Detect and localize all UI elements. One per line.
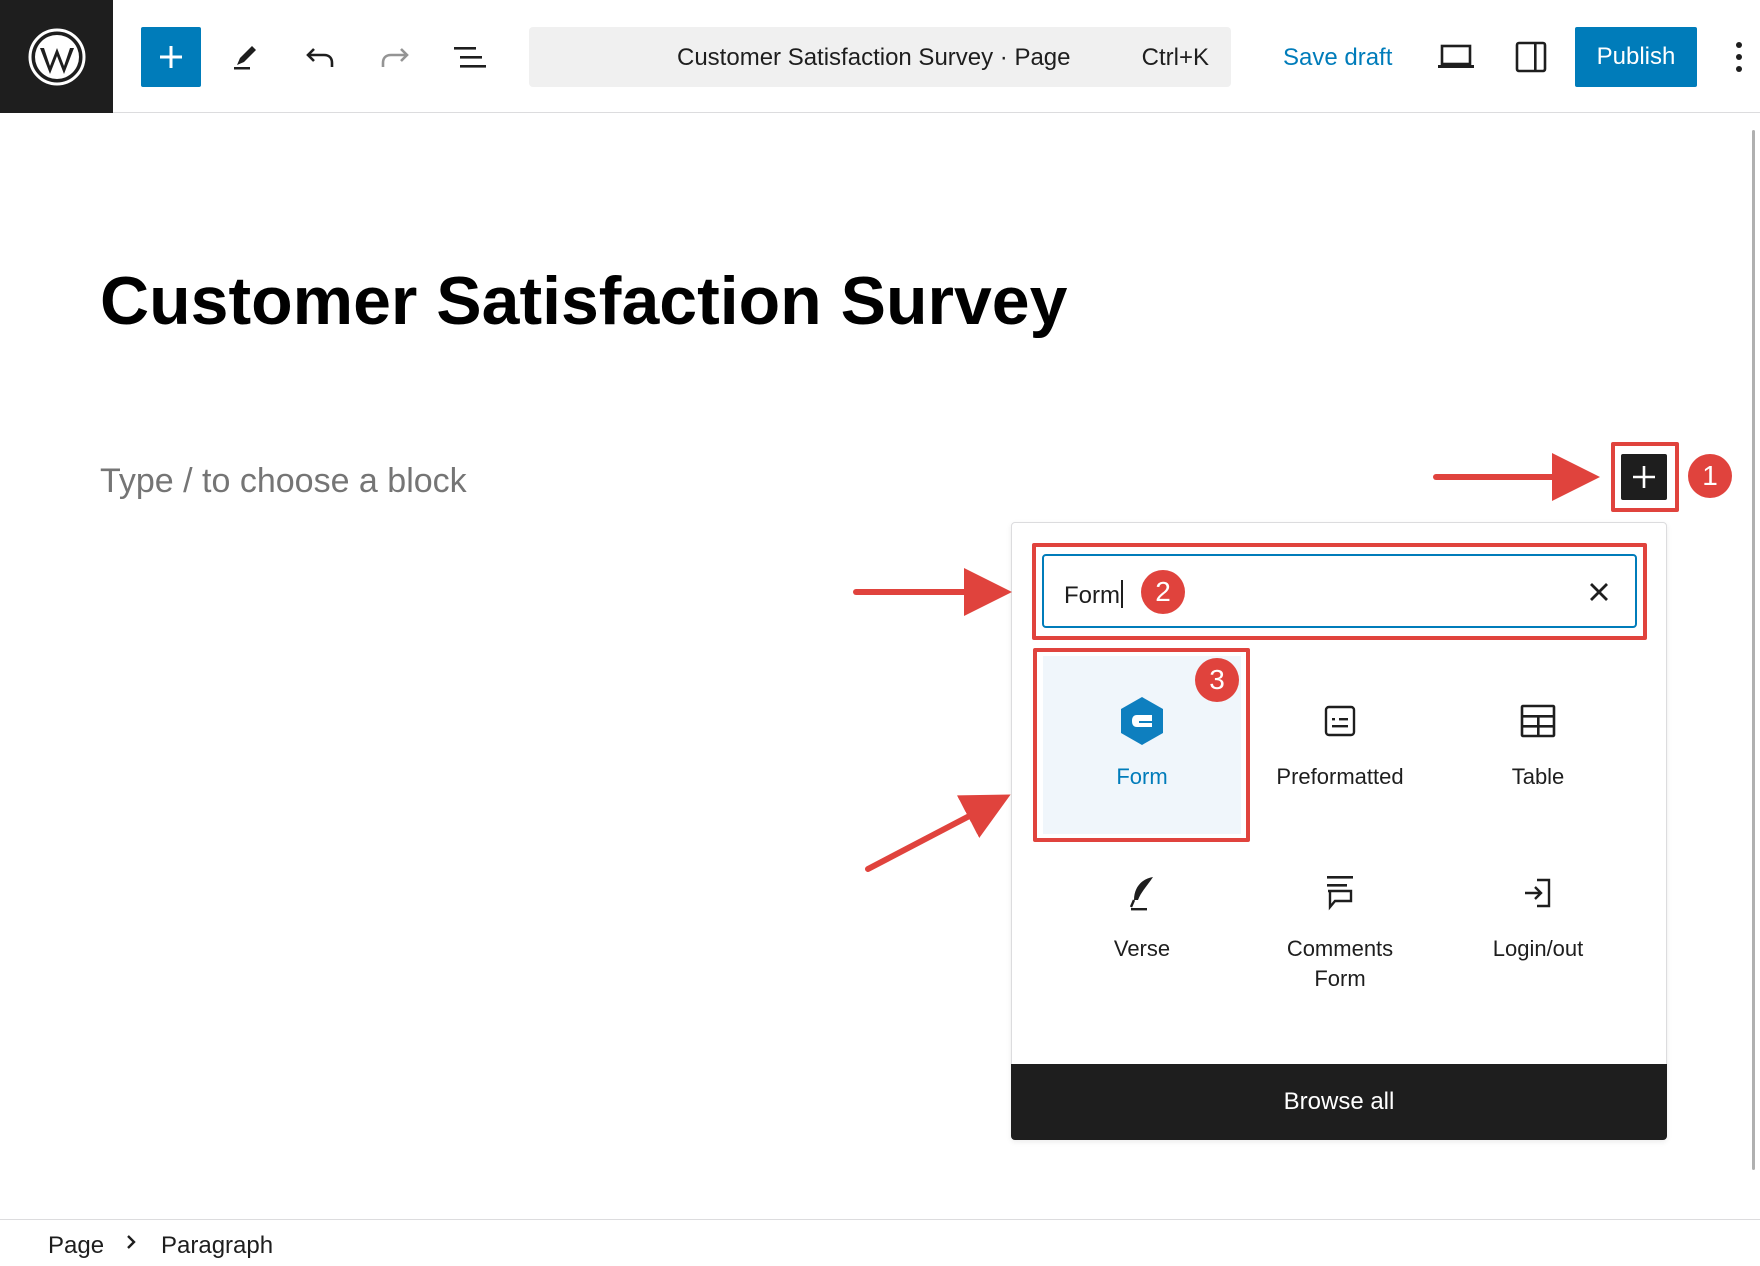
wordpress-logo-icon[interactable]	[0, 0, 113, 113]
redo-icon[interactable]	[365, 27, 425, 87]
more-options-icon[interactable]	[1727, 34, 1751, 80]
undo-icon[interactable]	[290, 27, 350, 87]
step-badge-3: 3	[1195, 658, 1239, 702]
block-placeholder[interactable]: Type / to choose a block	[100, 462, 467, 501]
page-title[interactable]: Customer Satisfaction Survey	[100, 262, 1067, 340]
login-icon	[1521, 868, 1555, 918]
tools-pencil-icon[interactable]	[215, 27, 275, 87]
save-draft-button[interactable]: Save draft	[1283, 44, 1392, 72]
breadcrumb-item-page[interactable]: Page	[48, 1232, 104, 1260]
block-breadcrumb: Page Paragraph	[0, 1219, 1760, 1266]
publish-button[interactable]: Publish	[1575, 27, 1697, 87]
document-title: Customer Satisfaction Survey · Page	[677, 44, 1071, 71]
block-label: Preformatted	[1276, 764, 1404, 789]
block-item-preformatted[interactable]: Preformatted	[1241, 656, 1439, 834]
top-toolbar: Customer Satisfaction Survey · Page Ctrl…	[0, 0, 1760, 113]
table-icon	[1520, 696, 1556, 746]
block-label: Login/out	[1492, 936, 1584, 961]
add-block-button[interactable]	[141, 27, 201, 87]
keyboard-shortcut: Ctrl+K	[1141, 44, 1209, 71]
arrow-to-form-block	[865, 794, 1011, 872]
step-badge-1: 1	[1688, 454, 1732, 498]
device-preview-icon[interactable]	[1434, 35, 1478, 79]
browse-all-button[interactable]: Browse all	[1011, 1064, 1667, 1140]
block-item-login-out[interactable]: Login/out	[1439, 828, 1637, 1006]
highlight-search	[1032, 543, 1647, 640]
block-label: Table	[1511, 764, 1565, 789]
breadcrumb-item-paragraph: Paragraph	[161, 1232, 274, 1259]
block-label: Comments Form	[1286, 936, 1394, 991]
canvas-scrollbar[interactable]	[1752, 130, 1755, 1170]
block-item-comments-form[interactable]: Comments Form	[1241, 828, 1439, 1006]
block-item-table[interactable]: Table	[1439, 656, 1637, 834]
highlight-inserter	[1611, 442, 1679, 512]
chevron-right-icon	[124, 1230, 138, 1260]
preformatted-icon	[1323, 696, 1357, 746]
settings-sidebar-icon[interactable]	[1509, 35, 1553, 79]
block-editor: Customer Satisfaction Survey · Page Ctrl…	[0, 0, 1760, 1266]
block-item-verse[interactable]: Verse	[1043, 828, 1241, 1006]
document-overview-icon[interactable]	[440, 27, 500, 87]
step-badge-2: 2	[1141, 570, 1185, 614]
feather-icon	[1125, 868, 1159, 918]
block-label: Verse	[1113, 936, 1171, 961]
comments-form-icon	[1323, 868, 1357, 918]
command-palette-bar[interactable]: Customer Satisfaction Survey · Page Ctrl…	[529, 27, 1231, 87]
